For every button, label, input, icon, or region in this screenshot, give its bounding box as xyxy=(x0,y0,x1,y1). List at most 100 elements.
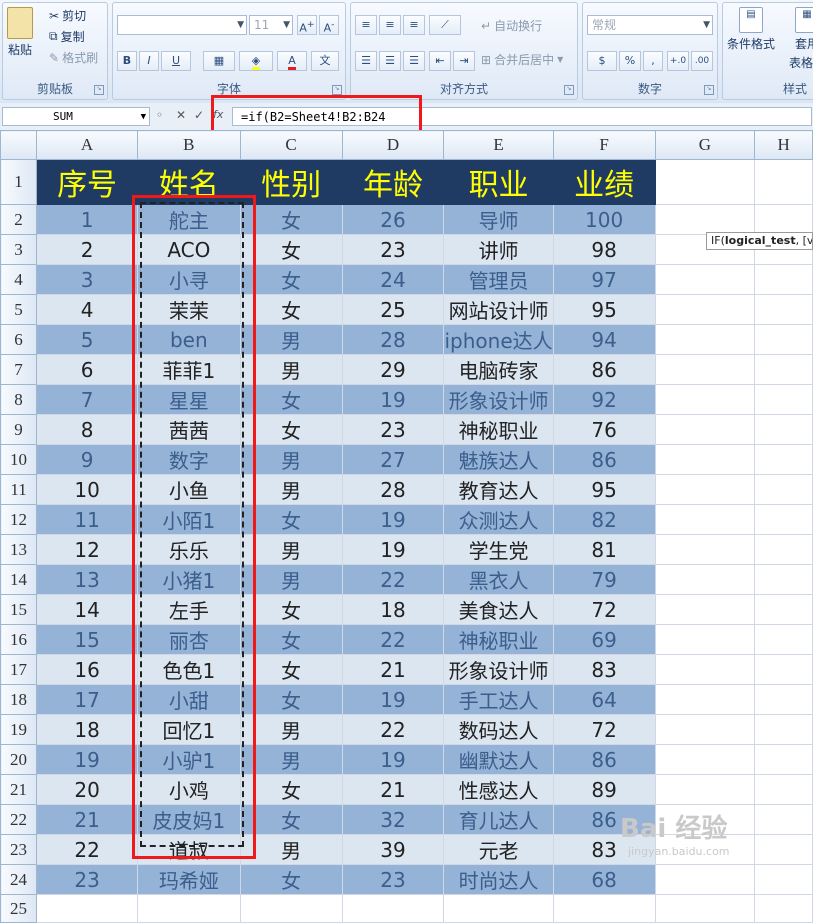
data-cell[interactable]: 69 xyxy=(552,624,656,655)
data-cell[interactable]: 小鸡 xyxy=(137,774,241,805)
data-cell[interactable]: 22 xyxy=(341,624,445,655)
data-cell[interactable]: 19 xyxy=(341,504,445,535)
data-cell[interactable]: 女 xyxy=(239,594,343,625)
clipboard-launcher-icon[interactable]: ↘ xyxy=(94,85,104,95)
header-cell-job[interactable]: 职业 xyxy=(443,159,554,205)
data-cell[interactable]: 女 xyxy=(239,294,343,325)
data-cell[interactable]: 39 xyxy=(341,834,445,865)
data-cell[interactable]: 数码达人 xyxy=(443,714,554,745)
resize-handle-icon[interactable]: ◦ xyxy=(156,108,163,122)
data-cell[interactable]: ben xyxy=(137,324,241,355)
bold-button[interactable]: B xyxy=(117,51,137,71)
row-header[interactable]: 21 xyxy=(0,774,38,805)
empty-cell[interactable] xyxy=(654,159,756,205)
data-cell[interactable]: 19 xyxy=(341,684,445,715)
data-cell[interactable]: 男 xyxy=(239,324,343,355)
increase-indent-button[interactable]: ⇥ xyxy=(453,51,475,71)
data-cell[interactable]: 79 xyxy=(552,564,656,595)
empty-cell[interactable] xyxy=(754,774,813,805)
data-cell[interactable]: 8 xyxy=(36,414,139,445)
column-header[interactable]: H xyxy=(754,130,813,160)
column-header[interactable]: E xyxy=(443,130,554,160)
data-cell[interactable]: 神秘职业 xyxy=(443,624,554,655)
percent-button[interactable]: % xyxy=(619,51,641,71)
decrease-decimal-button[interactable]: .00 xyxy=(691,51,713,71)
data-cell[interactable]: 97 xyxy=(552,264,656,295)
row-header[interactable]: 15 xyxy=(0,594,38,625)
empty-cell[interactable] xyxy=(754,294,813,325)
row-header[interactable]: 10 xyxy=(0,444,38,475)
data-cell[interactable]: 男 xyxy=(239,474,343,505)
data-cell[interactable]: 83 xyxy=(552,654,656,685)
cut-button[interactable]: ✂ 剪切 xyxy=(49,7,86,24)
data-cell[interactable]: 讲师 xyxy=(443,234,554,265)
data-cell[interactable]: 23 xyxy=(341,234,445,265)
row-header[interactable]: 18 xyxy=(0,684,38,715)
column-header[interactable]: F xyxy=(552,130,656,160)
row-header[interactable]: 1 xyxy=(0,159,38,205)
row-header[interactable]: 5 xyxy=(0,294,38,325)
empty-cell[interactable] xyxy=(754,474,813,505)
align-right-button[interactable]: ☰ xyxy=(403,51,425,71)
data-cell[interactable]: 女 xyxy=(239,684,343,715)
data-cell[interactable]: 72 xyxy=(552,594,656,625)
paste-button[interactable]: 粘贴 xyxy=(7,7,33,58)
empty-cell[interactable] xyxy=(754,534,813,565)
currency-button[interactable]: $ xyxy=(587,51,617,71)
data-cell[interactable]: 76 xyxy=(552,414,656,445)
number-format-select[interactable]: 常规 ▼ xyxy=(587,15,713,35)
column-header[interactable]: D xyxy=(341,130,445,160)
data-cell[interactable]: 道叔 xyxy=(137,834,241,865)
data-cell[interactable]: 6 xyxy=(36,354,139,385)
empty-cell[interactable] xyxy=(654,594,756,625)
data-cell[interactable]: 女 xyxy=(239,504,343,535)
data-cell[interactable]: 菲菲1 xyxy=(137,354,241,385)
empty-cell[interactable] xyxy=(754,384,813,415)
data-cell[interactable]: 小驴1 xyxy=(137,744,241,775)
header-cell-score[interactable]: 业绩 xyxy=(552,159,656,205)
empty-cell[interactable] xyxy=(654,744,756,775)
data-cell[interactable]: 教育达人 xyxy=(443,474,554,505)
data-cell[interactable]: 22 xyxy=(36,834,139,865)
data-cell[interactable]: 神秘职业 xyxy=(443,414,554,445)
empty-cell[interactable] xyxy=(654,774,756,805)
wrap-text-button[interactable]: ↵ 自动换行 xyxy=(481,17,542,34)
row-header[interactable]: 7 xyxy=(0,354,38,385)
data-cell[interactable]: 女 xyxy=(239,204,343,235)
data-cell[interactable]: 学生党 xyxy=(443,534,554,565)
data-cell[interactable]: 81 xyxy=(552,534,656,565)
decrease-indent-button[interactable]: ⇤ xyxy=(429,51,451,71)
empty-cell[interactable] xyxy=(754,714,813,745)
data-cell[interactable]: 95 xyxy=(552,294,656,325)
header-cell-age[interactable]: 年龄 xyxy=(341,159,445,205)
data-cell[interactable]: 32 xyxy=(341,804,445,835)
empty-cell[interactable] xyxy=(654,894,756,923)
empty-cell[interactable] xyxy=(654,864,756,895)
empty-cell[interactable] xyxy=(754,894,813,923)
font-launcher-icon[interactable]: ↘ xyxy=(332,85,342,95)
name-box[interactable]: SUM ▼ xyxy=(2,107,150,126)
cancel-icon[interactable]: ✕ xyxy=(176,108,186,122)
empty-cell[interactable] xyxy=(654,264,756,295)
empty-cell[interactable] xyxy=(137,894,241,923)
empty-cell[interactable] xyxy=(36,894,139,923)
row-header[interactable]: 23 xyxy=(0,834,38,865)
data-cell[interactable]: 数字 xyxy=(137,444,241,475)
data-cell[interactable]: 28 xyxy=(341,474,445,505)
orientation-button[interactable]: ⟋ xyxy=(429,15,461,35)
table-format-button[interactable]: ▦ 套用 表格格 xyxy=(789,7,813,71)
align-top-button[interactable]: ≡ xyxy=(355,15,377,35)
data-cell[interactable]: 94 xyxy=(552,324,656,355)
empty-cell[interactable] xyxy=(754,414,813,445)
data-cell[interactable]: 色色1 xyxy=(137,654,241,685)
data-cell[interactable]: 24 xyxy=(341,264,445,295)
data-cell[interactable]: 手工达人 xyxy=(443,684,554,715)
empty-cell[interactable] xyxy=(754,504,813,535)
empty-cell[interactable] xyxy=(654,324,756,355)
data-cell[interactable]: 21 xyxy=(36,804,139,835)
data-cell[interactable]: 68 xyxy=(552,864,656,895)
empty-cell[interactable] xyxy=(754,744,813,775)
data-cell[interactable]: 19 xyxy=(36,744,139,775)
data-cell[interactable]: 23 xyxy=(36,864,139,895)
data-cell[interactable]: 茉茉 xyxy=(137,294,241,325)
